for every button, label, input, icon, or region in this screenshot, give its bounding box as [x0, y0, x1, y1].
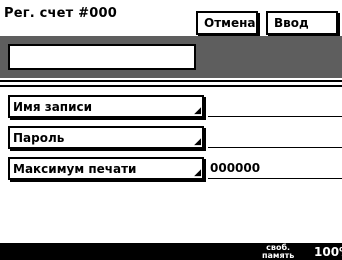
- max-print-label: Максимум печати: [13, 161, 137, 176]
- record-name-value-line: [208, 116, 342, 117]
- page-title: Рег. счет #000: [4, 6, 117, 21]
- corner-marker-icon: ◢: [194, 106, 201, 116]
- max-print-button[interactable]: Максимум печати ◢: [8, 157, 204, 180]
- free-memory-label: своб. память: [262, 243, 295, 260]
- divider: [0, 85, 342, 87]
- max-print-value-line: [208, 178, 342, 179]
- record-name-button[interactable]: Имя записи ◢: [8, 95, 204, 118]
- corner-marker-icon: ◢: [194, 168, 201, 178]
- password-label: Пароль: [13, 130, 65, 145]
- enter-button[interactable]: Ввод: [266, 11, 338, 35]
- free-memory-value: 100%: [314, 245, 342, 259]
- record-name-label: Имя записи: [13, 99, 93, 114]
- password-button[interactable]: Пароль ◢: [8, 126, 204, 149]
- divider: [0, 80, 342, 82]
- account-name-display: [8, 44, 196, 70]
- corner-marker-icon: ◢: [194, 137, 201, 147]
- cancel-button[interactable]: Отмена: [196, 11, 258, 35]
- password-value-line: [208, 147, 342, 148]
- max-print-value: 000000: [210, 161, 261, 175]
